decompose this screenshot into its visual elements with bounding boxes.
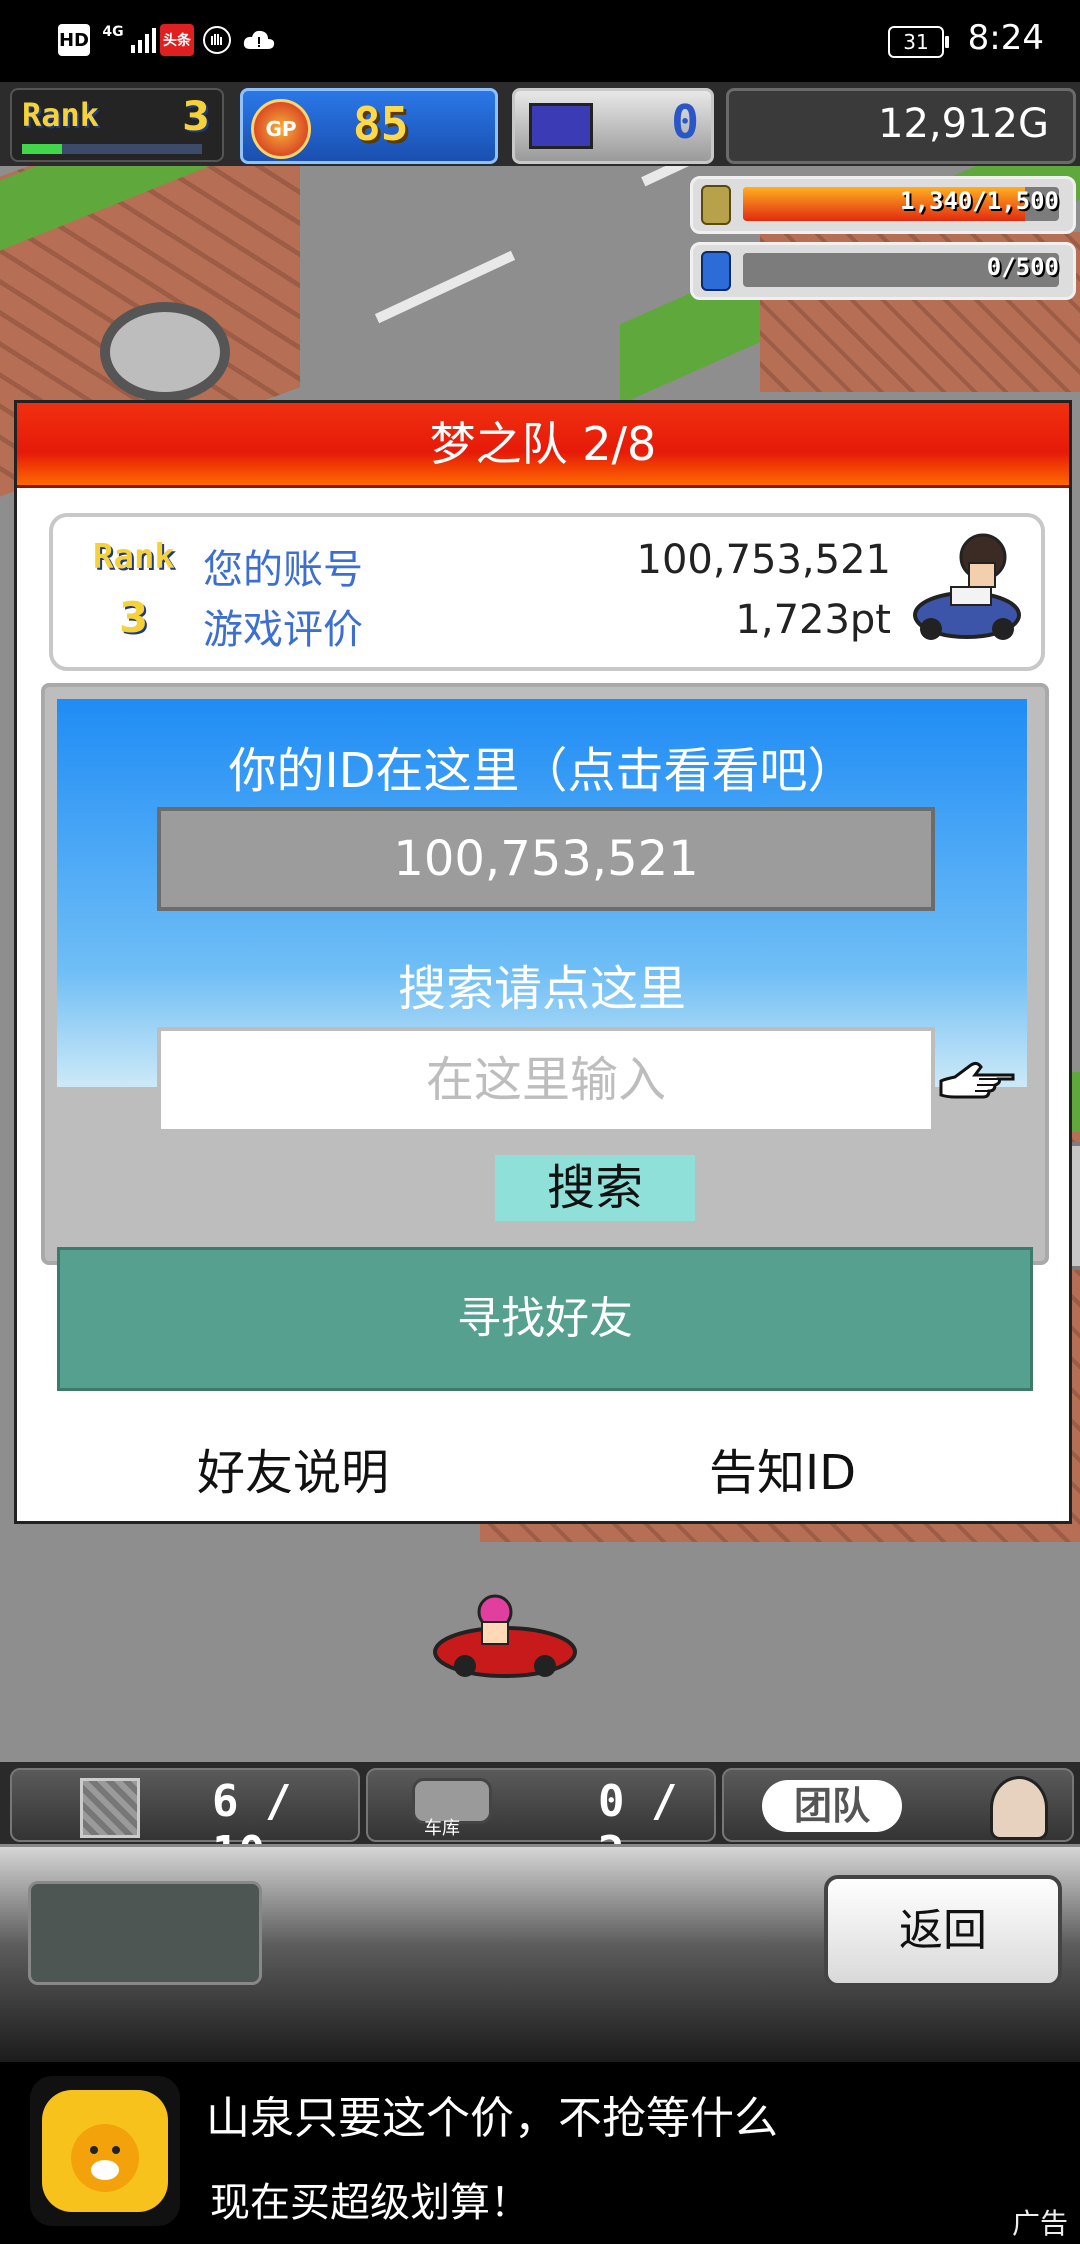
search-input[interactable]: 在这里输入 xyxy=(157,1027,935,1133)
hand-notification-icon xyxy=(202,24,232,56)
dialog-title: 梦之队 2/8 xyxy=(429,417,657,471)
gp-value: 85 xyxy=(353,97,409,151)
account-card: Rank 3 您的账号 100,753,521 游戏评价 1,723pt xyxy=(49,513,1045,671)
computer-panel[interactable]: 0 xyxy=(512,88,714,164)
team-member-icon xyxy=(990,1776,1048,1840)
ad-tag: 广告 xyxy=(1011,2207,1068,2240)
signal-icon xyxy=(128,24,158,56)
find-friend-button[interactable]: 寻找好友 xyxy=(57,1247,1033,1391)
bottom-tabs: 6 / 10 车库 0 / 2 团队 xyxy=(0,1762,1080,1878)
id-title: 你的ID在这里（点击看看吧） xyxy=(228,743,856,799)
toutiao-app-icon: 头条 xyxy=(160,24,194,56)
tab-items[interactable]: 6 / 10 xyxy=(10,1768,360,1878)
tab-team[interactable]: 团队 xyxy=(722,1768,1074,1842)
cloud-icon xyxy=(242,24,276,56)
id-panel: 你的ID在这里（点击看看吧） 100,753,521 搜索请点这里 在这里输入 … xyxy=(41,683,1049,1391)
network-type-icon: 4G xyxy=(102,24,124,40)
crate-icon xyxy=(80,1778,140,1838)
rating-label: 游戏评价 xyxy=(203,607,363,653)
my-id-button[interactable]: 100,753,521 xyxy=(157,807,935,911)
team-label: 团队 xyxy=(762,1780,902,1832)
action-bar: 返回 xyxy=(0,1844,1080,2065)
search-button[interactable]: 搜索 xyxy=(495,1155,695,1221)
clock: 8:24 xyxy=(967,18,1044,58)
my-id-value: 100,753,521 xyxy=(393,831,699,887)
ad-banner[interactable]: 山泉只要这个价，不抢等什么 现在买超级划算！ 广告 xyxy=(0,2062,1080,2244)
fuel-gauge[interactable]: 1,340/1,500 xyxy=(690,176,1076,234)
rating-value: 1,723pt xyxy=(735,597,891,643)
tab-garage[interactable]: 车库 0 / 2 xyxy=(366,1768,716,1878)
battery-icon: 31 xyxy=(888,26,949,58)
search-title: 搜索请点这里 xyxy=(397,961,686,1017)
account-value: 100,753,521 xyxy=(636,537,891,583)
gp-panel[interactable]: GP 85 xyxy=(240,88,498,164)
computer-icon xyxy=(529,103,593,149)
status-bar: HD 4G 头条 31 8:24 xyxy=(0,0,1080,82)
card-rank-value: 3 xyxy=(119,593,149,642)
garage-label: 车库 xyxy=(424,1818,460,1839)
dialog-title-bar: 梦之队 2/8 xyxy=(17,403,1069,488)
announce-id-link[interactable]: 告知ID xyxy=(709,1433,856,1503)
money-value: 12,912G xyxy=(878,101,1049,147)
money-panel[interactable]: 12,912G xyxy=(726,88,1076,164)
blue-gauge[interactable]: 0/500 xyxy=(690,242,1076,300)
card-rank-label: Rank xyxy=(93,537,175,577)
rank-progress-bar xyxy=(22,144,202,154)
fuel-barrel-icon xyxy=(701,185,731,225)
empty-slot[interactable] xyxy=(28,1881,262,1985)
rank-value: 3 xyxy=(182,94,210,140)
rank-panel[interactable]: Rank 3 xyxy=(10,88,224,162)
hd-icon: HD xyxy=(58,24,90,56)
id-panel-inner: 你的ID在这里（点击看看吧） 100,753,521 搜索请点这里 在这里输入 … xyxy=(57,699,1027,1221)
ad-subline: 现在买超级划算！ xyxy=(210,2180,530,2226)
rank-progress-fill xyxy=(22,144,62,154)
dream-team-dialog: 梦之队 2/8 Rank 3 您的账号 100,753,521 游戏评价 1,7… xyxy=(14,400,1072,1524)
pointing-hand-icon xyxy=(937,1057,1015,1101)
gp-coin-icon: GP xyxy=(251,99,311,159)
friend-explanation-link[interactable]: 好友说明 xyxy=(197,1433,389,1503)
fuel-text: 1,340/1,500 xyxy=(900,187,1059,215)
blue-bottle-icon xyxy=(701,251,731,291)
player-avatar-car xyxy=(911,529,1023,647)
red-car[interactable] xyxy=(430,1592,580,1678)
blue-text: 0/500 xyxy=(986,253,1059,281)
top-hud: Rank 3 GP 85 0 12,912G xyxy=(0,82,1080,166)
computer-value: 0 xyxy=(671,95,699,149)
rank-label: Rank xyxy=(22,96,100,134)
back-button[interactable]: 返回 xyxy=(824,1875,1062,1987)
ad-headline: 山泉只要这个价，不抢等什么 xyxy=(206,2093,778,2144)
lion-logo-icon xyxy=(42,2090,168,2212)
ad-logo-card xyxy=(30,2076,180,2226)
account-label: 您的账号 xyxy=(203,547,363,593)
tire-sign[interactable] xyxy=(100,302,230,402)
